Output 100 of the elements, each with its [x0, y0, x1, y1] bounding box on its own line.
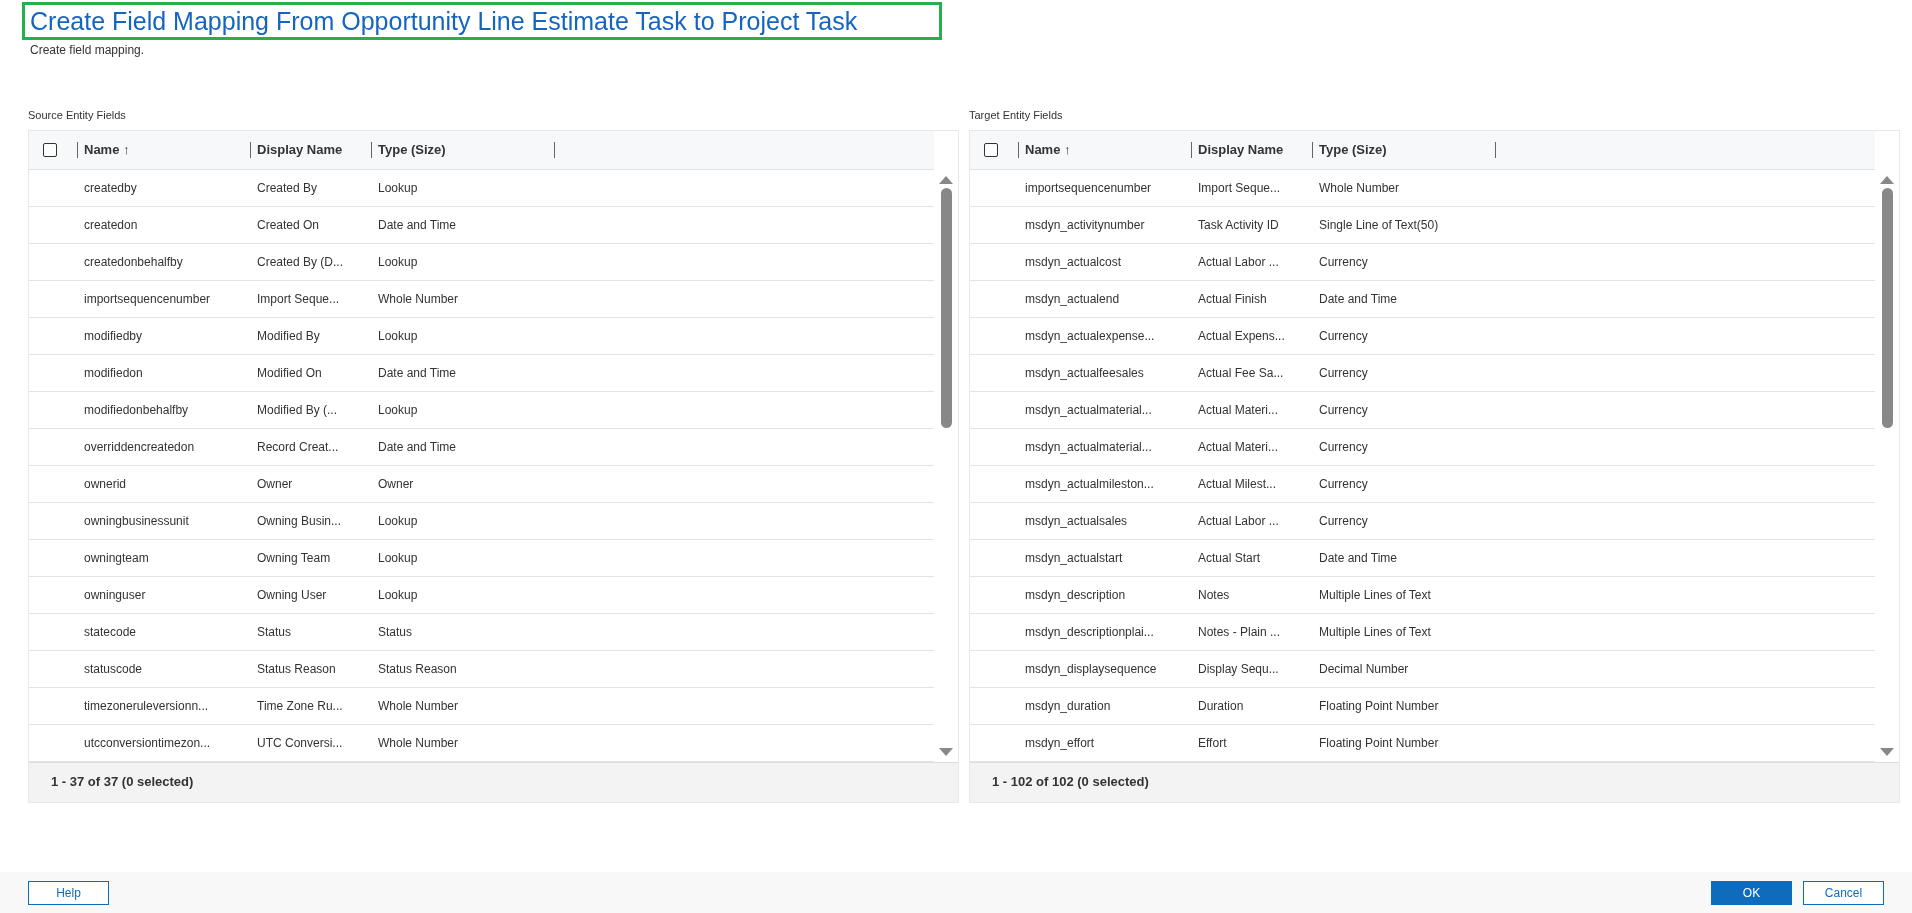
select-all-checkbox[interactable]	[43, 142, 57, 157]
table-cell-text: msdyn_effort	[1025, 734, 1096, 752]
table-cell-text: Status	[257, 623, 293, 641]
record-count: 1 - 102 of 102 (0 selected)	[992, 773, 1149, 792]
table-cell-text: Single Line of Text(50)	[1319, 216, 1440, 234]
column-header[interactable]: Display Name	[257, 139, 365, 160]
table-cell-text: Import Seque...	[257, 290, 341, 308]
table-cell-text: Currency	[1319, 401, 1369, 419]
column-header[interactable]: Name ↑	[1025, 139, 1185, 160]
table-cell-text: Lookup	[378, 179, 419, 197]
table-cell-text: Owner	[378, 475, 415, 493]
table-cell-text: utcconversiontimezon...	[84, 734, 212, 752]
table-cell-text: msdyn_actualmileston...	[1025, 475, 1155, 493]
table-cell-text: Status Reason	[257, 660, 337, 678]
table-cell-text: Actual Finish	[1198, 290, 1268, 308]
table-cell-text: Lookup	[378, 512, 419, 530]
column-header[interactable]: Type (Size)	[1319, 139, 1489, 160]
table-cell-text: Date and Time	[378, 364, 458, 382]
table-cell-text: Date and Time	[378, 438, 458, 456]
table-cell-text: msdyn_actualmaterial...	[1025, 401, 1153, 419]
table-cell-text: overriddencreatedon	[84, 438, 196, 456]
table-cell-text: Created By (D...	[257, 253, 345, 271]
ok-button[interactable]: OK	[1711, 880, 1792, 905]
table-cell-text: Owner	[257, 475, 294, 493]
table-cell-text: Currency	[1319, 364, 1369, 382]
table-cell-text: Multiple Lines of Text	[1319, 623, 1432, 641]
table-cell-text: msdyn_descriptionplai...	[1025, 623, 1155, 641]
table-cell-text: Lookup	[378, 327, 419, 345]
table-cell-text: msdyn_duration	[1025, 697, 1112, 715]
table-cell-text: ownerid	[84, 475, 128, 493]
record-count: 1 - 37 of 37 (0 selected)	[51, 773, 194, 792]
table-cell-text: msdyn_actualfeesales	[1025, 364, 1145, 382]
table-cell-text: Modified By	[257, 327, 321, 345]
table-cell-text: importsequencenumber	[84, 290, 212, 308]
table-cell-text: Currency	[1319, 512, 1369, 530]
table-cell-text: Currency	[1319, 327, 1369, 345]
table-cell-text: Created By	[257, 179, 319, 197]
cancel-button[interactable]: Cancel	[1803, 880, 1884, 905]
table-cell-text: Whole Number	[378, 290, 460, 308]
table-cell-text: Created On	[257, 216, 321, 234]
table-cell-text: msdyn_actualcost	[1025, 253, 1123, 271]
table-cell-text: msdyn_actualexpense...	[1025, 327, 1156, 345]
table-cell-text: createdonbehalfby	[84, 253, 184, 271]
column-header[interactable]: Type (Size)	[378, 139, 548, 160]
table-cell-text: Multiple Lines of Text	[1319, 586, 1432, 604]
table-cell-text: Lookup	[378, 586, 419, 604]
table-cell-text: Actual Labor ...	[1198, 253, 1280, 271]
select-all-checkbox[interactable]	[984, 142, 998, 157]
table-cell-text: Owning Team	[257, 549, 332, 567]
table-cell-text: Notes	[1198, 586, 1231, 604]
table-cell-text: modifiedonbehalfby	[84, 401, 190, 419]
table-cell-text: Effort	[1198, 734, 1228, 752]
table-label: Source Entity Fields	[28, 108, 126, 123]
table-cell-text: Owning Busin...	[257, 512, 343, 530]
table-cell-text: owningteam	[84, 549, 150, 567]
table-label: Target Entity Fields	[969, 108, 1063, 123]
table-cell-text: Owning User	[257, 586, 328, 604]
table-cell-text: modifiedby	[84, 327, 144, 345]
table-cell-text: Currency	[1319, 475, 1369, 493]
table-cell-text: Record Creat...	[257, 438, 340, 456]
page-subtitle: Create field mapping.	[29, 42, 146, 59]
table-cell-text: statuscode	[84, 660, 144, 678]
table-cell-text: owningbusinessunit	[84, 512, 190, 530]
page-title: Create Field Mapping From Opportunity Line Estimate Task to Project Task	[22, 2, 942, 40]
table-cell-text: Time Zone Ru...	[257, 697, 344, 715]
table-cell-text: Status Reason	[378, 660, 458, 678]
table-cell-text: statecode	[84, 623, 138, 641]
table-cell-text: createdby	[84, 179, 138, 197]
table-cell-text: Whole Number	[378, 697, 460, 715]
table-cell-text: Notes - Plain ...	[1198, 623, 1282, 641]
help-button[interactable]: Help	[28, 880, 109, 905]
table-cell-text: Duration	[1198, 697, 1245, 715]
table-cell-text: msdyn_actualstart	[1025, 549, 1124, 567]
table-cell-text: createdon	[84, 216, 139, 234]
table-cell-text: Actual Start	[1198, 549, 1262, 567]
table-cell-text: Lookup	[378, 549, 419, 567]
table-cell-text: UTC Conversi...	[257, 734, 344, 752]
table-cell-text: Actual Fee Sa...	[1198, 364, 1285, 382]
table-cell-text: importsequencenumber	[1025, 179, 1153, 197]
table-cell-text: Floating Point Number	[1319, 734, 1440, 752]
table-cell-text: Task Activity ID	[1198, 216, 1280, 234]
table-cell-text: msdyn_actualsales	[1025, 512, 1129, 530]
table-cell-text: msdyn_actualend	[1025, 290, 1121, 308]
table-cell-text: Whole Number	[378, 734, 460, 752]
table-cell-text: Date and Time	[1319, 290, 1399, 308]
table-cell-text: Import Seque...	[1198, 179, 1282, 197]
table-cell-text: Lookup	[378, 401, 419, 419]
table-cell-text: Date and Time	[378, 216, 458, 234]
table-cell-text: Actual Materi...	[1198, 438, 1280, 456]
table-cell-text: msdyn_activitynumber	[1025, 216, 1146, 234]
column-header[interactable]: Display Name	[1198, 139, 1306, 160]
table-cell-text: Whole Number	[1319, 179, 1401, 197]
table-cell-text: Actual Milest...	[1198, 475, 1278, 493]
table-cell-text: Date and Time	[1319, 549, 1399, 567]
table-cell-text: timezoneruleversionn...	[84, 697, 210, 715]
column-header[interactable]: Name ↑	[84, 139, 244, 160]
table-cell-text: owninguser	[84, 586, 147, 604]
table-cell-text: Currency	[1319, 253, 1369, 271]
table-cell-text: msdyn_displaysequence	[1025, 660, 1158, 678]
table-cell-text: Currency	[1319, 438, 1369, 456]
